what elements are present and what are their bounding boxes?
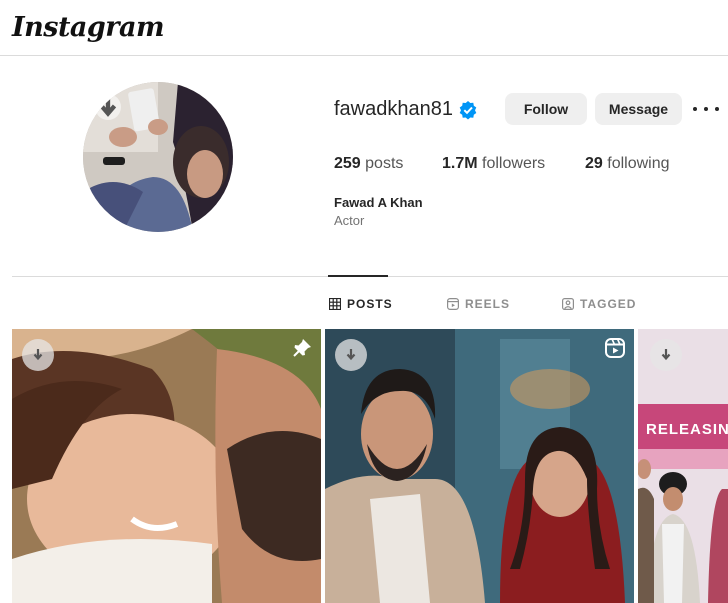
post-thumbnail[interactable] <box>325 329 634 603</box>
tagged-icon <box>562 298 574 310</box>
tab-posts[interactable]: POSTS <box>329 296 393 312</box>
followers-stat[interactable]: 1.7M followers <box>442 155 545 173</box>
following-stat[interactable]: 29 following <box>585 155 670 173</box>
reel-icon <box>605 338 625 358</box>
dot <box>704 107 708 111</box>
download-icon[interactable] <box>650 339 682 371</box>
post-image <box>12 329 321 603</box>
grid-icon <box>329 298 341 310</box>
profile-avatar[interactable] <box>83 82 233 232</box>
download-icon[interactable] <box>95 94 121 120</box>
follow-button[interactable]: Follow <box>505 93 587 125</box>
posts-stat: 259 posts <box>334 155 403 173</box>
active-tab-indicator <box>328 275 388 277</box>
dot <box>693 107 697 111</box>
posts-count: 259 <box>334 155 361 172</box>
top-bar: Instagram <box>0 0 728 56</box>
profile-bio: Actor <box>334 213 365 228</box>
post-thumbnail[interactable] <box>12 329 321 603</box>
post-overlay-text: RELEASIN <box>646 421 728 438</box>
post-thumbnail[interactable]: RELEASIN <box>638 329 728 603</box>
post-image <box>325 329 634 603</box>
following-count: 29 <box>585 155 603 172</box>
message-button[interactable]: Message <box>595 93 682 125</box>
download-icon[interactable] <box>335 339 367 371</box>
profile-username: fawadkhan81 <box>334 98 453 120</box>
followers-label: followers <box>482 155 546 172</box>
posts-label: posts <box>365 155 404 172</box>
download-icon[interactable] <box>22 339 54 371</box>
tab-reels[interactable]: REELS <box>447 296 510 312</box>
reels-icon <box>447 298 459 310</box>
following-label: following <box>607 155 670 172</box>
instagram-logo[interactable]: Instagram <box>12 12 165 43</box>
dot <box>715 107 719 111</box>
tab-posts-label: POSTS <box>347 297 393 311</box>
tab-tagged[interactable]: TAGGED <box>562 296 636 312</box>
pin-icon <box>293 339 311 357</box>
post-image <box>638 329 728 603</box>
verified-badge-icon <box>459 101 477 120</box>
tab-reels-label: REELS <box>465 297 511 311</box>
profile-full-name: Fawad A Khan <box>334 195 423 210</box>
tab-tagged-label: TAGGED <box>580 297 637 311</box>
more-options-icon[interactable] <box>693 98 719 120</box>
followers-count: 1.7M <box>442 155 478 172</box>
